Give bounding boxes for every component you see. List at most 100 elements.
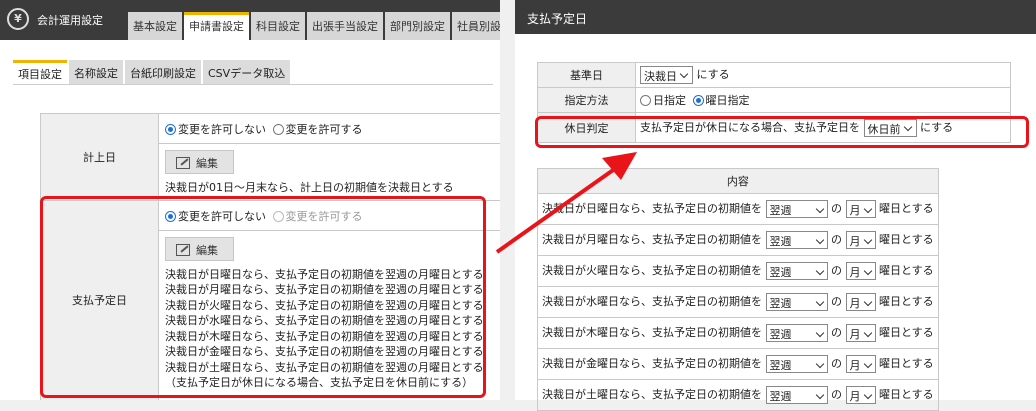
table-header-row: 内容 [537,168,939,194]
radio-weekday-specify[interactable] [692,95,704,106]
rule-suffix: 曜日とする [879,388,934,401]
tab-employee-settings[interactable]: 社員別設 [452,12,500,40]
week-select[interactable]: 翌週 [765,386,828,404]
day-select-value: 月 [849,204,861,217]
rule-connector: の [831,295,842,308]
content-cell: 決裁日が月曜日なら、支払予定日の初期値を 翌週 の 月 曜日とする [537,224,939,256]
chevron-down-icon [863,204,872,214]
rule-text: 決裁日が土曜日なら、支払予定日の初期値を [542,388,762,401]
chevron-down-icon [815,235,824,245]
method-cell: 日指定 曜日指定 [635,87,1011,113]
day-select[interactable]: 月 [845,355,876,373]
rule-connector: の [831,264,842,277]
rule-suffix: 曜日とする [879,264,934,277]
week-select-value: 翌週 [769,204,792,217]
subtab-print-settings[interactable]: 台紙印刷設定 [125,60,201,84]
tab-application-settings[interactable]: 申請書設定 [184,12,249,40]
week-select[interactable]: 翌週 [765,324,828,342]
subtab-csv-import[interactable]: CSVデータ取込 [203,60,291,84]
yen-logo-icon: ¥ [7,8,29,30]
day-select[interactable]: 月 [845,293,876,311]
rule-suffix: 曜日とする [879,357,934,370]
tab-travel-allowance-settings[interactable]: 出張手当設定 [307,12,383,40]
chevron-down-icon [815,297,824,307]
content-cell: 決裁日が火曜日なら、支払予定日の初期値を 翌週 の 月 曜日とする [537,255,939,287]
chevron-down-icon [863,266,872,276]
day-select[interactable]: 月 [845,386,876,404]
settings-window: ¥ 会計運用設定 基本設定 申請書設定 科目設定 出張手当設定 部門別設定 社員… [0,0,500,400]
payment-date-dialog: 支払予定日 基準日 決裁日 にする 指定方法 日指定 曜日指定 休日判定 支払予… [515,0,1036,411]
table-row: 決裁日が月曜日なら、支払予定日の初期値を 翌週 の 月 曜日とする [537,224,939,256]
rule-text: 決裁日が木曜日なら、支払予定日の初期値を [542,326,762,339]
week-select-value: 翌週 [769,328,792,341]
rule-text: 決裁日が水曜日なら、支払予定日の初期値を [542,295,762,308]
posting-date-cell: 変更を許可しない 変更を許可する 編集 決裁日が01日～月末なら、計上日の初期値… [158,113,500,201]
option-allow-label: 変更を許可する [285,123,363,136]
posting-date-edit-area: 編集 決裁日が01日～月末なら、計上日の初期値を決裁日とする [159,144,500,200]
content-header: 内容 [537,168,939,194]
rule-suffix: 曜日とする [879,326,934,339]
chevron-down-icon [863,359,872,369]
rule-suffix: 曜日とする [879,202,934,215]
chevron-down-icon [815,359,824,369]
rule-text: 決裁日が火曜日なら、支払予定日の初期値を [542,264,762,277]
rule-text: 決裁日が月曜日なら、支払予定日の初期値を [542,233,762,246]
option-deny-label: 変更を許可しない [178,123,266,136]
week-select-value: 翌週 [769,297,792,310]
content-cell: 決裁日が木曜日なら、支払予定日の初期値を 翌週 の 月 曜日とする [537,317,939,349]
day-select[interactable]: 月 [845,324,876,342]
content-cell: 決裁日が水曜日なら、支払予定日の初期値を 翌週 の 月 曜日とする [537,286,939,318]
table-row: 決裁日が土曜日なら、支払予定日の初期値を 翌週 の 月 曜日とする [537,379,939,411]
chevron-down-icon [863,297,872,307]
chevron-down-icon [815,328,824,338]
table-row: 指定方法 日指定 曜日指定 [537,87,1011,113]
rule-connector: の [831,357,842,370]
basis-select[interactable]: 決裁日 [640,66,693,84]
day-select[interactable]: 月 [845,231,876,249]
edit-posting-date-button[interactable]: 編集 [165,150,234,174]
day-select-value: 月 [849,266,861,279]
app-title: 会計運用設定 [37,14,103,27]
rule-text: 決裁日が金曜日なら、支払予定日の初期値を [542,357,762,370]
rule-suffix: 曜日とする [879,233,934,246]
radio-allow-change-posting[interactable] [272,124,284,135]
tab-account-settings[interactable]: 科目設定 [251,12,305,40]
rule-connector: の [831,233,842,246]
subtab-item-settings[interactable]: 項目設定 [13,60,67,84]
tab-department-settings[interactable]: 部門別設定 [385,12,450,40]
posting-date-description: 決裁日が01日～月末なら、計上日の初期値を決裁日とする [165,181,454,194]
option-weekday-label: 曜日指定 [705,94,750,107]
tab-basic-settings[interactable]: 基本設定 [128,12,182,40]
divider [13,84,493,85]
highlight-box-holiday [535,116,1029,148]
day-select-value: 月 [849,297,861,310]
chevron-down-icon [679,69,689,79]
subtab-name-settings[interactable]: 名称設定 [69,60,123,84]
method-label: 指定方法 [537,87,636,113]
chevron-down-icon [815,390,824,400]
day-select[interactable]: 月 [845,262,876,280]
week-select[interactable]: 翌週 [765,200,828,218]
week-select[interactable]: 翌週 [765,262,828,280]
content-cell: 決裁日が日曜日なら、支払予定日の初期値を 翌週 の 月 曜日とする [537,193,939,225]
week-select-value: 翌週 [769,390,792,403]
chevron-down-icon [863,390,872,400]
rule-connector: の [831,326,842,339]
edit-icon [176,157,190,169]
week-select[interactable]: 翌週 [765,355,828,373]
week-select[interactable]: 翌週 [765,231,828,249]
week-select[interactable]: 翌週 [765,293,828,311]
week-select-value: 翌週 [769,359,792,372]
table-row: 決裁日が金曜日なら、支払予定日の初期値を 翌週 の 月 曜日とする [537,348,939,380]
radio-deny-change-posting[interactable] [165,124,176,135]
table-row: 計上日 変更を許可しない 変更を許可する 編集 決裁日が01日～月末なら、計上日… [40,113,500,201]
table-row: 決裁日が火曜日なら、支払予定日の初期値を 翌週 の 月 曜日とする [537,255,939,287]
week-select-value: 翌週 [769,235,792,248]
day-select[interactable]: 月 [845,200,876,218]
content-table: 内容 決裁日が日曜日なら、支払予定日の初期値を 翌週 の 月 曜日とする 決裁日… [537,168,939,411]
radio-day-specify[interactable] [640,95,651,106]
week-select-value: 翌週 [769,266,792,279]
chevron-down-icon [863,235,872,245]
content-cell: 決裁日が土曜日なら、支払予定日の初期値を 翌週 の 月 曜日とする [537,379,939,411]
highlight-box-payment-date [40,196,486,398]
